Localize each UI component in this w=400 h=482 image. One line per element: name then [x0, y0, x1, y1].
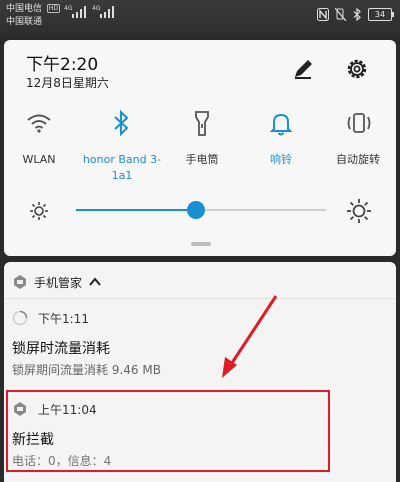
brightness-slider-knob[interactable] — [187, 201, 205, 219]
progress-ring-icon — [12, 310, 28, 326]
brightness-high-icon — [347, 199, 371, 223]
gear-icon[interactable] — [344, 56, 370, 82]
bluetooth-icon[interactable] — [107, 108, 137, 138]
clock-time: 下午2:20 — [26, 55, 99, 75]
toggle-label-wlan: WLAN — [22, 153, 56, 166]
carrier-2: 中国联通 — [6, 17, 43, 27]
notification-time: 下午1:11 — [38, 312, 89, 326]
hd-badge: HD — [46, 4, 61, 13]
flashlight-icon[interactable] — [187, 108, 217, 138]
signal-icon-1 — [72, 6, 86, 18]
pencil-icon[interactable] — [290, 56, 316, 82]
mute-icon — [335, 8, 347, 21]
bell-icon[interactable] — [266, 108, 296, 138]
drag-handle[interactable] — [191, 242, 211, 246]
carrier-1: 中国电信 HD — [6, 4, 61, 15]
signal-icon-2 — [100, 6, 114, 18]
status-bar: 中国电信 HD 中国联通 4G 4G 34 — [0, 0, 400, 34]
divider — [4, 298, 396, 299]
notification-app-header[interactable]: 手机管家 — [12, 272, 102, 292]
brightness-slider[interactable] — [76, 201, 326, 219]
chevron-up-icon[interactable] — [88, 275, 102, 289]
toggle-label-rotate: 自动旋转 — [336, 153, 380, 166]
notification-title[interactable]: 锁屏时流量消耗 — [12, 338, 110, 358]
highlight-box — [6, 390, 330, 472]
bluetooth-icon — [353, 8, 361, 21]
clock-date: 12月8日星期六 — [26, 76, 109, 90]
wifi-icon[interactable] — [24, 108, 54, 138]
brightness-slider-fill — [76, 209, 196, 211]
nfc-icon — [317, 8, 329, 21]
battery-icon: 34 — [368, 8, 394, 21]
quick-settings-panel: 下午2:20 12月8日星期六 WLAN honor Band 3-1a1 手电… — [4, 40, 396, 256]
toggle-label-ring: 响铃 — [270, 153, 292, 166]
app-shield-icon — [14, 275, 26, 289]
rotate-icon[interactable] — [344, 108, 374, 138]
brightness-low-icon — [30, 202, 48, 220]
status-icons: 34 — [317, 8, 394, 21]
notification-group: 手机管家 下午1:11 锁屏时流量消耗 锁屏期间流量消耗 9.46 MB 上午1… — [4, 262, 396, 482]
toggle-label-bluetooth: honor Band 3-1a1 — [82, 153, 162, 182]
notification-app-name: 手机管家 — [34, 275, 83, 290]
carrier-1-label: 中国电信 — [6, 4, 43, 14]
notification-body[interactable]: 锁屏期间流量消耗 9.46 MB — [12, 361, 161, 378]
toggle-label-flashlight: 手电筒 — [185, 153, 219, 166]
